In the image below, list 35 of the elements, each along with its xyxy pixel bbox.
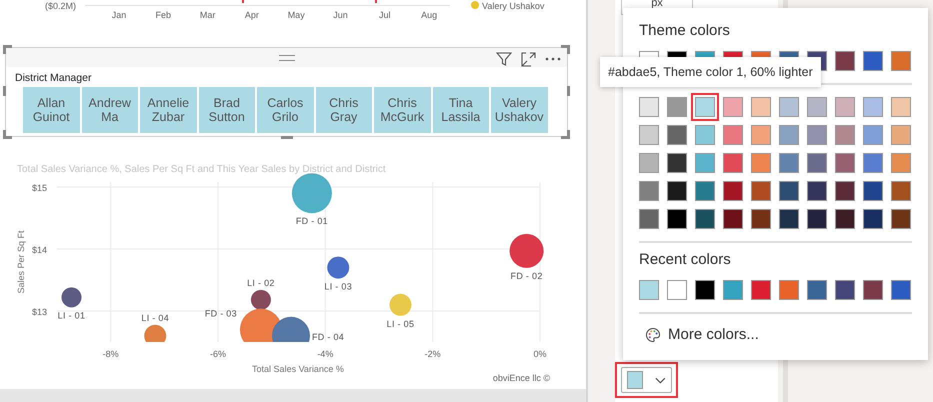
axis-title: Total Sales Variance % bbox=[252, 364, 344, 374]
axis-label: -6% bbox=[210, 349, 226, 359]
data-label: FD - 01 bbox=[296, 216, 328, 226]
data-label: LI - 02 bbox=[247, 278, 275, 288]
data-label: LI - 04 bbox=[141, 312, 170, 323]
axis-label: Aug bbox=[421, 10, 438, 20]
section-title: Theme colors bbox=[639, 22, 731, 39]
axis-label: $13 bbox=[32, 307, 47, 317]
axis-label: 0% bbox=[534, 349, 546, 359]
axis-label: Jul bbox=[379, 10, 391, 20]
tooltip: #abdae5, Theme color 1, 60% lighter bbox=[600, 57, 821, 87]
axis-label: Apr bbox=[244, 10, 259, 20]
axis-label: $15 bbox=[32, 183, 47, 193]
axis-label: Mar bbox=[200, 10, 216, 20]
slicer-title: District Manager bbox=[14, 71, 92, 84]
axis-label: -8% bbox=[102, 349, 119, 359]
axis-label: -4% bbox=[317, 349, 334, 359]
axis-label: Jun bbox=[333, 10, 348, 20]
data-label: FD - 04 bbox=[312, 332, 344, 342]
axis-label: May bbox=[288, 10, 305, 20]
data-label: FD - 03 bbox=[204, 308, 237, 319]
axis-label: Feb bbox=[156, 10, 172, 20]
axis-label: Jan bbox=[112, 10, 126, 20]
data-label: LI - 05 bbox=[386, 318, 414, 329]
data-label: LI - 03 bbox=[324, 282, 352, 292]
data-label: FD - 02 bbox=[510, 270, 543, 281]
credit-text: obviEnce llc © bbox=[492, 373, 550, 383]
data-label: LI - 01 bbox=[58, 310, 86, 320]
axis-label: -2% bbox=[424, 349, 441, 359]
axis-title: Sales Per Sq Ft bbox=[16, 230, 26, 294]
axis-label: ($0.2M) bbox=[44, 1, 76, 11]
legend-label: Valery Ushakov bbox=[482, 1, 544, 11]
section-title: Recent colors bbox=[639, 251, 732, 268]
axis-label: $14 bbox=[32, 245, 47, 255]
chart-title: Total Sales Variance %, Sales Per Sq Ft and This Year Sales by District and District bbox=[17, 164, 386, 175]
